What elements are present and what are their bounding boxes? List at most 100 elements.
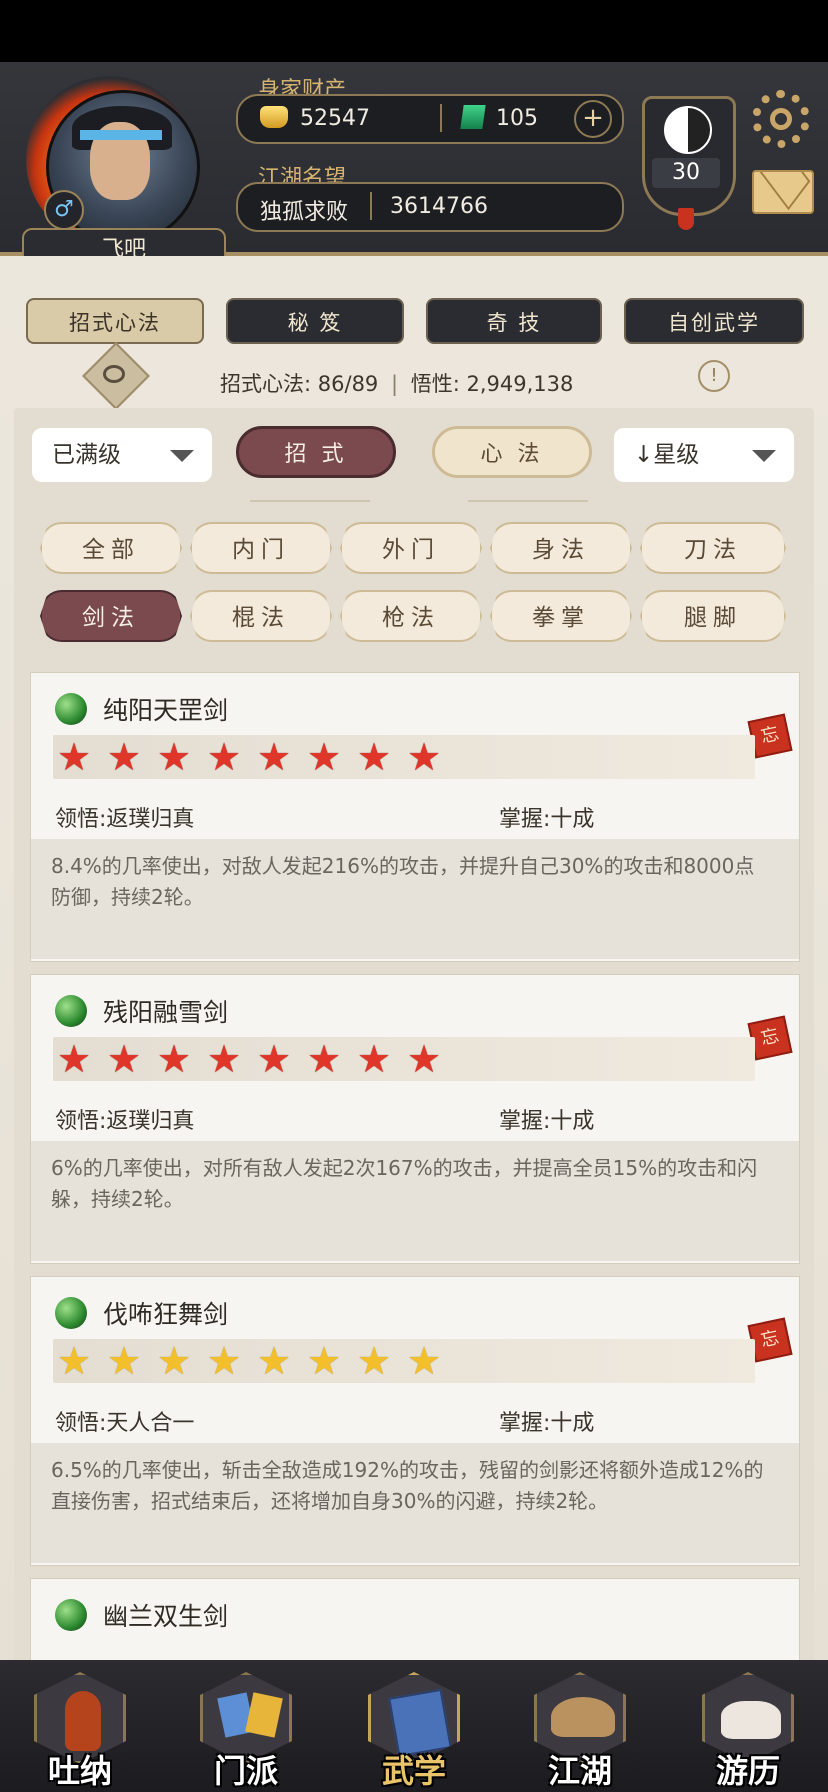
tab-custom-martial-arts[interactable]: 自创武学 (624, 298, 804, 344)
star-icon: ★ (257, 1339, 292, 1383)
star-icon: ★ (157, 1339, 192, 1383)
skill-description: 6%的几率使出，对所有敌人发起2次167%的攻击，并提高全员15%的攻击和闪躲，… (51, 1156, 758, 1211)
category-staff[interactable]: 棍法 (190, 590, 332, 642)
tab-special-skills[interactable]: 奇 技 (426, 298, 602, 344)
chevron-down-icon (752, 450, 776, 462)
jade-icon (460, 105, 486, 129)
mastery: 掌握:十成 (499, 1405, 594, 1437)
star-icon: ★ (307, 735, 342, 779)
star-icon: ★ (257, 1037, 292, 1081)
skill-card[interactable]: 残阳融雪剑 忘 ★ ★ ★ ★ ★ ★ ★ ★ 领悟:返璞归真 掌握:十成 6%… (30, 974, 800, 1264)
mail-flap (755, 172, 811, 211)
skill-card[interactable]: 伐咘狂舞剑 忘 ★ ★ ★ ★ ★ ★ ★ ★ 领悟:天人合一 掌握:十成 6.… (30, 1276, 800, 1566)
comprehension-value: 天人合一 (106, 1411, 195, 1436)
star-icon: ★ (207, 1339, 242, 1383)
category-fist[interactable]: 拳掌 (490, 590, 632, 642)
skill-description-box: 8.4%的几率使出，对敌人发起216%的攻击，并提升自己30%的攻击和8000点… (31, 839, 799, 959)
fame-title: 独孤求败 (260, 200, 349, 225)
gear-icon-center (770, 108, 792, 130)
category-spear[interactable]: 枪法 (340, 590, 482, 642)
star-icon: ★ (157, 1037, 192, 1081)
mail-icon[interactable] (752, 170, 814, 214)
star-icon: ★ (207, 735, 242, 779)
star-rating: ★ ★ ★ ★ ★ ★ ★ ★ (53, 1339, 755, 1383)
tab-secret-manuals[interactable]: 秘 笈 (226, 298, 404, 344)
mastery: 掌握:十成 (499, 1103, 594, 1135)
male-icon: ♂ (44, 190, 84, 230)
star-icon: ★ (57, 735, 92, 779)
nav-label: 游历 (715, 1752, 780, 1790)
level-filter-value: 已满级 (52, 442, 121, 468)
star-icon: ★ (207, 1037, 242, 1081)
add-currency-button[interactable]: + (574, 100, 612, 138)
nav-martial-arts[interactable]: 武学 (362, 1672, 466, 1790)
skill-name: 残阳融雪剑 (103, 998, 229, 1027)
comprehension-label: 领悟: (55, 807, 107, 832)
mode-moves-button[interactable]: 招 式 (236, 426, 396, 478)
nav-label: 吐纳 (47, 1752, 112, 1790)
avatar-headband (80, 130, 162, 140)
skills-count-label: 招式心法: (220, 372, 312, 396)
mode-inner-button[interactable]: 心 法 (432, 426, 592, 478)
star-rating: ★ ★ ★ ★ ★ ★ ★ ★ (53, 1037, 755, 1081)
star-icon: ★ (57, 1037, 92, 1081)
player-level: 30 (652, 158, 720, 188)
tassel-icon (678, 208, 694, 230)
star-icon: ★ (407, 1339, 442, 1383)
mastery-label: 掌握: (499, 1109, 551, 1134)
mastery-value: 十成 (550, 807, 595, 832)
eye-icon-pupil (103, 365, 125, 383)
comprehension-label: 领悟: (55, 1411, 107, 1436)
skill-card[interactable]: 幽兰双生剑 (30, 1578, 800, 1670)
level-filter-dropdown[interactable]: 已满级 (32, 428, 212, 482)
star-icon: ★ (357, 1037, 392, 1081)
skill-orb-icon (55, 1297, 87, 1329)
fame-bar: 独孤求败 3614766 (236, 182, 624, 232)
skill-orb-icon (55, 995, 87, 1027)
category-sword[interactable]: 剑法 (40, 590, 182, 642)
insight-label: 悟性: (410, 372, 460, 396)
category-all[interactable]: 全部 (40, 522, 182, 574)
star-icon: ★ (107, 1037, 142, 1081)
status-bar (0, 0, 828, 62)
skill-description-box: 6.5%的几率使出，斩击全敌造成192%的攻击，残留的剑影还将额外造成12%的直… (31, 1443, 799, 1563)
mastery-label: 掌握: (499, 807, 551, 832)
skills-count-value: 86/89 (317, 372, 379, 396)
tab-moves-and-inner[interactable]: 招式心法 (26, 298, 204, 344)
sort-dropdown[interactable]: ↓星级 (614, 428, 794, 482)
star-icon: ★ (307, 1339, 342, 1383)
gold-ingot-icon (260, 106, 288, 128)
yin-yang-icon (664, 106, 712, 154)
sort-value: 星级 (653, 442, 700, 468)
skill-name: 纯阳天罡剑 (103, 696, 229, 725)
category-inner-sect[interactable]: 内门 (190, 522, 332, 574)
nav-travel[interactable]: 游历 (696, 1672, 800, 1790)
comprehension-label: 领悟: (55, 1109, 107, 1134)
star-icon: ★ (357, 1339, 392, 1383)
skill-stats: 招式心法: 86/89 | 悟性: 2,949,138 (220, 368, 660, 398)
category-footwork[interactable]: 身法 (490, 522, 632, 574)
star-icon: ★ (257, 735, 292, 779)
ornament-divider (468, 500, 588, 502)
star-icon: ★ (357, 735, 392, 779)
insight-value: 2,949,138 (466, 372, 574, 396)
skill-description: 6.5%的几率使出，斩击全敌造成192%的攻击，残留的剑影还将额外造成12%的直… (51, 1458, 764, 1513)
nav-sect[interactable]: 门派 (194, 1672, 298, 1790)
star-icon: ★ (107, 1339, 142, 1383)
nav-meditation[interactable]: 吐纳 (28, 1672, 132, 1790)
skill-card[interactable]: 纯阳天罡剑 忘 ★ ★ ★ ★ ★ ★ ★ ★ 领悟:返璞归真 掌握:十成 8.… (30, 672, 800, 962)
skill-name: 幽兰双生剑 (103, 1602, 229, 1631)
mastery-value: 十成 (550, 1109, 595, 1134)
category-kick[interactable]: 腿脚 (640, 590, 786, 642)
category-outer-sect[interactable]: 外门 (340, 522, 482, 574)
comprehension-value: 返璞归真 (106, 1109, 195, 1134)
skill-name: 伐咘狂舞剑 (103, 1300, 229, 1329)
skill-description: 8.4%的几率使出，对敌人发起216%的攻击，并提升自己30%的攻击和8000点… (51, 854, 755, 909)
info-icon[interactable]: ! (698, 360, 730, 392)
category-saber[interactable]: 刀法 (640, 522, 786, 574)
skill-description-box: 6%的几率使出，对所有敌人发起2次167%的攻击，并提高全员15%的攻击和闪躲，… (31, 1141, 799, 1261)
player-header-content: ♂ 飞吧 身家财产 52547 105 + 江湖名望 独孤求败 3614766 … (0, 62, 828, 272)
nav-jianghu[interactable]: 江湖 (528, 1672, 632, 1790)
star-icon: ★ (307, 1037, 342, 1081)
mastery: 掌握:十成 (499, 801, 594, 833)
